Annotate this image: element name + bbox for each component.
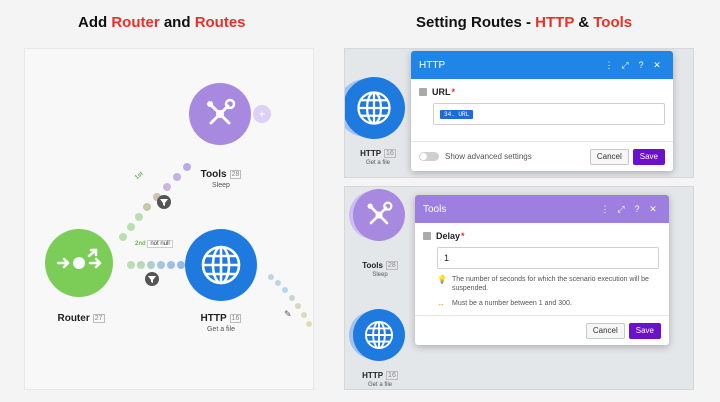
advanced-settings-label: Show advanced settings [445, 152, 532, 161]
right-heading: Setting Routes - HTTP & Tools [416, 14, 632, 31]
close-icon[interactable]: ✕ [645, 204, 661, 215]
http-id-badge: 16 [229, 314, 242, 323]
tools-label: Tools 28 [193, 169, 249, 180]
right-heading-prefix: Setting Routes - [416, 14, 536, 31]
url-field-label: URL * [419, 87, 665, 97]
http-bottom-id: 16 [386, 371, 398, 380]
tools-module-label: Tools 28 [355, 261, 405, 270]
tools-dialog-header: Tools ⋮ ⤢ ? ✕ [415, 195, 669, 223]
http-module-name: HTTP [360, 149, 382, 158]
http-module-label: HTTP 16 [353, 149, 403, 158]
router-name: Router [57, 313, 90, 324]
route2-filter-label: not null [147, 240, 173, 248]
right-heading-http: HTTP [535, 14, 575, 31]
route-connections: ✎ [119, 163, 312, 327]
globe-icon [364, 320, 394, 350]
collapse-icon[interactable] [423, 232, 431, 240]
http-dialog-title: HTTP [419, 59, 446, 71]
advanced-settings-toggle-row: Show advanced settings [419, 152, 590, 161]
tutorial-figure: Add Router and Routes Setting Routes - H… [0, 0, 720, 402]
save-button[interactable]: Save [632, 148, 665, 165]
scenario-canvas[interactable]: ✎ + Tools 28 Sleep 1st Router 27 2nd not… [24, 48, 314, 390]
left-heading-router: Router [111, 14, 160, 31]
http-bottom-label: HTTP 16 [355, 371, 405, 380]
svg-text:✎: ✎ [284, 310, 292, 320]
help-icon[interactable]: ? [633, 60, 649, 70]
tools-module[interactable] [189, 83, 251, 145]
cancel-button[interactable]: Cancel [589, 148, 629, 165]
expand-icon[interactable]: ⤢ [617, 60, 633, 71]
left-heading: Add Router and Routes [78, 14, 246, 31]
add-module-icon[interactable]: + [253, 105, 271, 123]
funnel-icon [160, 199, 168, 206]
tools-subtitle: Sleep [212, 182, 230, 189]
left-heading-prefix: Add [78, 14, 112, 31]
url-input[interactable]: 34. URL [433, 103, 665, 125]
delay-hint: 💡 The number of seconds for which the sce… [437, 275, 659, 293]
http-bottom-subtitle: Get a file [367, 382, 392, 388]
url-label-text: URL [432, 87, 451, 97]
http-settings-panel: HTTP 16 Get a file HTTP ⋮ ⤢ ? ✕ URL * 34. … [344, 48, 694, 178]
tools-icon [367, 201, 393, 225]
http-module-subtitle: Get a file [365, 160, 390, 166]
router-module[interactable] [45, 229, 113, 297]
required-mark: * [451, 87, 456, 97]
router-id-badge: 27 [92, 314, 105, 323]
lightbulb-icon: 💡 [437, 275, 447, 284]
globe-icon [201, 245, 241, 285]
required-mark: * [461, 231, 465, 241]
delay-label-text: Delay [436, 231, 461, 241]
router-label: Router 27 [51, 313, 111, 324]
route1-filter-icon[interactable] [157, 195, 171, 209]
delay-input[interactable]: 1 [437, 247, 659, 269]
delay-range-hint: ↔ Must be a number between 1 and 300. [437, 299, 659, 308]
http-module[interactable] [185, 229, 257, 301]
http-dialog: HTTP ⋮ ⤢ ? ✕ URL * 34. URL Show advanced … [411, 51, 673, 171]
route2-filter-icon[interactable] [145, 272, 159, 286]
expand-icon[interactable]: ⤢ [613, 204, 629, 215]
globe-icon [357, 91, 391, 125]
http-module-bg[interactable] [345, 77, 405, 139]
tools-icon [207, 98, 236, 125]
collapse-icon[interactable] [419, 88, 427, 96]
http-name: HTTP [200, 313, 227, 324]
more-icon[interactable]: ⋮ [597, 204, 613, 215]
cancel-button[interactable]: Cancel [585, 322, 625, 339]
right-heading-amp: & [574, 14, 594, 31]
http-subtitle: Get a file [206, 326, 235, 333]
save-button[interactable]: Save [628, 322, 661, 339]
route2-order: 2nd [135, 241, 146, 247]
tools-module-bg[interactable] [353, 189, 405, 241]
tools-settings-panel: Tools 28 Sleep HTTP 16 Get a file Tools ⋮ … [344, 186, 694, 390]
http-label: HTTP 16 [189, 313, 253, 324]
http-dialog-header: HTTP ⋮ ⤢ ? ✕ [411, 51, 673, 79]
tools-module-subtitle: Sleep [372, 272, 388, 278]
router-icon [56, 248, 102, 269]
tools-dialog-title: Tools [423, 203, 447, 215]
http-module-id: 16 [384, 149, 396, 158]
delay-field-label: Delay * [423, 231, 661, 241]
right-heading-tools: Tools [593, 14, 633, 31]
left-heading-mid: and [159, 14, 195, 31]
funnel-icon [148, 276, 156, 283]
more-icon[interactable]: ⋮ [601, 60, 617, 71]
tools-module-name: Tools [362, 261, 383, 270]
help-icon[interactable]: ? [629, 204, 645, 214]
http-bottom-name: HTTP [362, 371, 384, 380]
delay-range-text: Must be a number between 1 and 300. [452, 300, 572, 307]
range-icon: ↔ [437, 299, 445, 308]
tools-id-badge: 28 [229, 170, 242, 179]
tools-name: Tools [200, 169, 227, 180]
tools-dialog: Tools ⋮ ⤢ ? ✕ Delay * 1 💡 The number of se… [415, 195, 669, 345]
close-icon[interactable]: ✕ [649, 60, 665, 71]
tools-module-id: 28 [385, 261, 398, 270]
url-mapped-value[interactable]: 34. URL [440, 109, 474, 119]
delay-hint-text: The number of seconds for which the scen… [452, 276, 649, 292]
route2-tag: 2nd not null [135, 240, 173, 248]
left-heading-routes: Routes [194, 14, 246, 31]
advanced-settings-toggle[interactable] [419, 152, 439, 161]
http-module-bottom[interactable] [353, 309, 405, 361]
